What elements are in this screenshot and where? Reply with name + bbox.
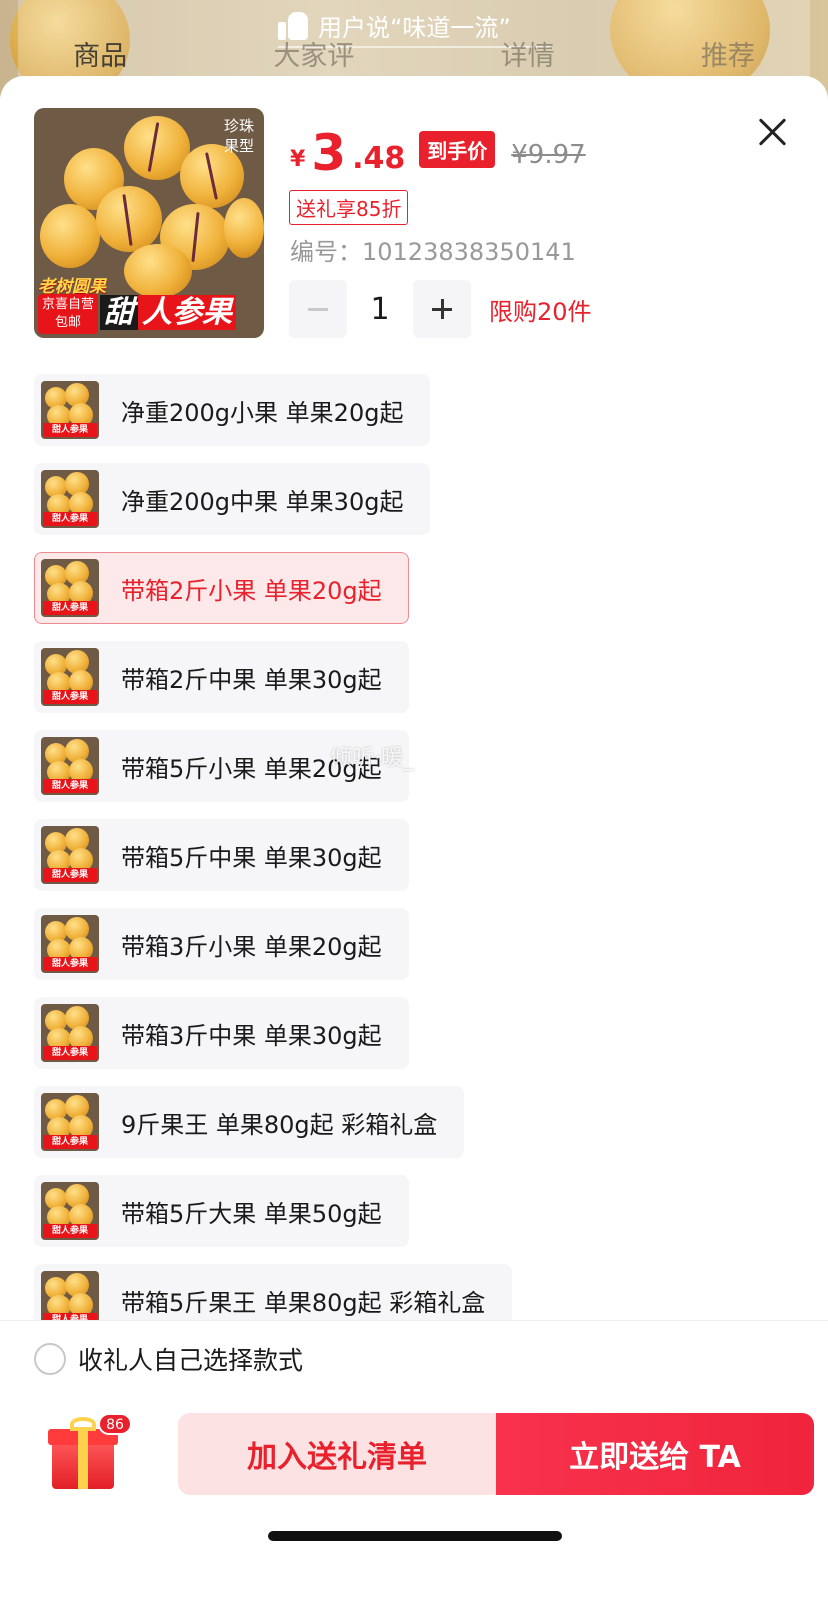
sku-option-row: 甜人参果 净重200g小果 单果20g起 bbox=[34, 374, 794, 446]
sku-option[interactable]: 甜人参果 带箱2斤小果 单果20g起 bbox=[34, 552, 409, 624]
home-indicator bbox=[268, 1531, 562, 1541]
thumbnail-label: 甜人参果 bbox=[43, 779, 97, 793]
image-shop-line: 京喜自营 bbox=[41, 297, 94, 312]
sku-option-row: 甜人参果 带箱3斤中果 单果30g起 bbox=[34, 997, 794, 1069]
image-tag-line: 果型 bbox=[223, 137, 254, 155]
sku-option-label: 带箱2斤中果 单果30g起 bbox=[121, 665, 382, 694]
currency-symbol: ¥ bbox=[290, 147, 306, 172]
thumbnail-label: 甜人参果 bbox=[43, 601, 97, 615]
sku-option-row: 甜人参果 净重200g中果 单果30g起 bbox=[34, 463, 794, 535]
original-price: ¥9.97 bbox=[511, 140, 586, 170]
sku-option[interactable]: 甜人参果 净重200g小果 单果20g起 bbox=[34, 374, 431, 446]
quantity-stepper: 1 限购20件 bbox=[289, 280, 592, 338]
sku-option-label: 净重200g中果 单果30g起 bbox=[121, 487, 404, 516]
sku-option[interactable]: 甜人参果 带箱5斤中果 单果30g起 bbox=[34, 819, 409, 891]
recipient-choose-option[interactable]: 收礼人自己选择款式 bbox=[34, 1341, 303, 1377]
sku-option-label: 带箱5斤中果 单果30g起 bbox=[121, 843, 382, 872]
image-title-sweet: 甜 bbox=[100, 295, 138, 330]
image-banner-shop: 京喜自营 包邮 bbox=[38, 294, 98, 334]
fruit-shape bbox=[124, 244, 192, 298]
purchase-limit: 限购20件 bbox=[489, 297, 592, 326]
thumbnail-label: 甜人参果 bbox=[43, 512, 97, 526]
image-title: 甜人参果 bbox=[100, 292, 236, 334]
sku-option-label: 带箱2斤小果 单果20g起 bbox=[121, 576, 382, 605]
sku-option-thumbnail: 甜人参果 bbox=[41, 1004, 99, 1062]
thumbnail-label: 甜人参果 bbox=[43, 1046, 97, 1060]
sku-option-thumbnail: 甜人参果 bbox=[41, 559, 99, 617]
sku-option[interactable]: 甜人参果 9斤果王 单果80g起 彩箱礼盒 bbox=[34, 1086, 465, 1158]
gift-bow-shape bbox=[70, 1417, 96, 1431]
thumbnail-label: 甜人参果 bbox=[43, 957, 97, 971]
sku-option-thumbnail: 甜人参果 bbox=[41, 915, 99, 973]
gift-list-button[interactable]: 86 bbox=[48, 1413, 138, 1493]
radio-button[interactable] bbox=[34, 1343, 66, 1375]
sku-option-row: 甜人参果 带箱5斤小果 单果20g起 bbox=[34, 730, 794, 802]
sku-option-row: 甜人参果 带箱5斤中果 单果30g起 bbox=[34, 819, 794, 891]
sku-option-label: 9斤果王 单果80g起 彩箱礼盒 bbox=[121, 1110, 438, 1139]
thumbnail-label: 甜人参果 bbox=[43, 423, 97, 437]
bottom-action-bar: 收礼人自己选择款式 86 加入送礼清单 立即送给 TA bbox=[0, 1320, 828, 1600]
recipient-choose-label: 收礼人自己选择款式 bbox=[78, 1346, 304, 1375]
tab-reviews[interactable]: 大家评 bbox=[273, 34, 354, 74]
image-tag-line: 珍珠 bbox=[223, 117, 254, 135]
sku-option[interactable]: 甜人参果 带箱5斤大果 单果50g起 bbox=[34, 1175, 409, 1247]
tab-recommend[interactable]: 推荐 bbox=[701, 34, 755, 74]
sku-option-thumbnail: 甜人参果 bbox=[41, 1093, 99, 1151]
thumbnail-label: 甜人参果 bbox=[43, 1135, 97, 1149]
price-row: ¥ 3 .48 到手价 ¥9.97 bbox=[290, 118, 586, 178]
fruit-shape bbox=[224, 198, 264, 258]
watermark: 倾听·暖_ bbox=[330, 746, 414, 771]
add-to-gift-list-button[interactable]: 加入送礼清单 bbox=[178, 1413, 496, 1495]
sku-option-row: 甜人参果 带箱2斤中果 单果30g起 bbox=[34, 641, 794, 713]
sku-option-thumbnail: 甜人参果 bbox=[41, 1182, 99, 1240]
price-integer: 3 bbox=[311, 124, 347, 182]
price-decimal: .48 bbox=[352, 141, 406, 176]
gift-count-badge: 86 bbox=[98, 1413, 132, 1435]
decrease-button[interactable] bbox=[289, 280, 347, 338]
sku-option[interactable]: 甜人参果 带箱3斤中果 单果30g起 bbox=[34, 997, 409, 1069]
sku-option-thumbnail: 甜人参果 bbox=[41, 470, 99, 528]
sku-option-row: 甜人参果 9斤果王 单果80g起 彩箱礼盒 bbox=[34, 1086, 794, 1158]
gift-ribbon-shape bbox=[78, 1429, 88, 1489]
thumbnail-label: 甜人参果 bbox=[43, 868, 97, 882]
sku-option-thumbnail: 甜人参果 bbox=[41, 826, 99, 884]
sku-option-label: 带箱3斤小果 单果20g起 bbox=[121, 932, 382, 961]
sku-options-list: 甜人参果 净重200g小果 单果20g起 甜人参果 净重200g中果 单果30g起 甜人… bbox=[34, 374, 794, 1353]
image-shop-line: 包邮 bbox=[54, 315, 81, 330]
sku-number: 编号：10123838350141 bbox=[290, 238, 576, 266]
final-price-badge: 到手价 bbox=[419, 131, 496, 168]
sku-option-label: 带箱5斤大果 单果50g起 bbox=[121, 1199, 382, 1228]
thumbnail-label: 甜人参果 bbox=[43, 690, 97, 704]
sku-option-row: 甜人参果 带箱3斤小果 单果20g起 bbox=[34, 908, 794, 980]
sku-option-thumbnail: 甜人参果 bbox=[41, 648, 99, 706]
sku-option-thumbnail: 甜人参果 bbox=[41, 381, 99, 439]
sku-option-label: 净重200g小果 单果20g起 bbox=[121, 398, 404, 427]
increase-button[interactable] bbox=[413, 280, 471, 338]
sku-selection-sheet: 珍珠 果型 老树圆果 京喜自营 包邮 甜人参果 ¥ 3 .48 到手价 ¥9.9… bbox=[0, 76, 828, 1600]
tab-details[interactable]: 详情 bbox=[501, 34, 555, 74]
gift-discount-tag: 送礼享85折 bbox=[289, 190, 409, 225]
thumbnail-label: 甜人参果 bbox=[43, 1224, 97, 1238]
sku-option[interactable]: 甜人参果 带箱3斤小果 单果20g起 bbox=[34, 908, 409, 980]
background-tabs: 商品 大家评 详情 推荐 bbox=[0, 34, 828, 74]
tab-product[interactable]: 商品 bbox=[73, 34, 127, 74]
image-tag: 珍珠 果型 bbox=[224, 116, 254, 156]
send-now-button[interactable]: 立即送给 TA bbox=[496, 1413, 814, 1495]
fruit-shape bbox=[40, 204, 100, 268]
close-icon[interactable] bbox=[756, 116, 788, 148]
sku-option[interactable]: 甜人参果 带箱2斤中果 单果30g起 bbox=[34, 641, 409, 713]
sku-option-row: 甜人参果 带箱5斤大果 单果50g起 bbox=[34, 1175, 794, 1247]
sku-option-row: 甜人参果 带箱2斤小果 单果20g起 bbox=[34, 552, 794, 624]
quantity-value[interactable]: 1 bbox=[347, 292, 413, 327]
sku-option-label: 带箱3斤中果 单果30g起 bbox=[121, 1021, 382, 1050]
product-image[interactable]: 珍珠 果型 老树圆果 京喜自营 包邮 甜人参果 bbox=[34, 108, 264, 338]
image-title-rest: 人参果 bbox=[138, 295, 236, 330]
sku-option[interactable]: 甜人参果 净重200g中果 单果30g起 bbox=[34, 463, 431, 535]
sku-option-thumbnail: 甜人参果 bbox=[41, 737, 99, 795]
sku-option-label: 带箱5斤果王 单果80g起 彩箱礼盒 bbox=[121, 1288, 486, 1317]
